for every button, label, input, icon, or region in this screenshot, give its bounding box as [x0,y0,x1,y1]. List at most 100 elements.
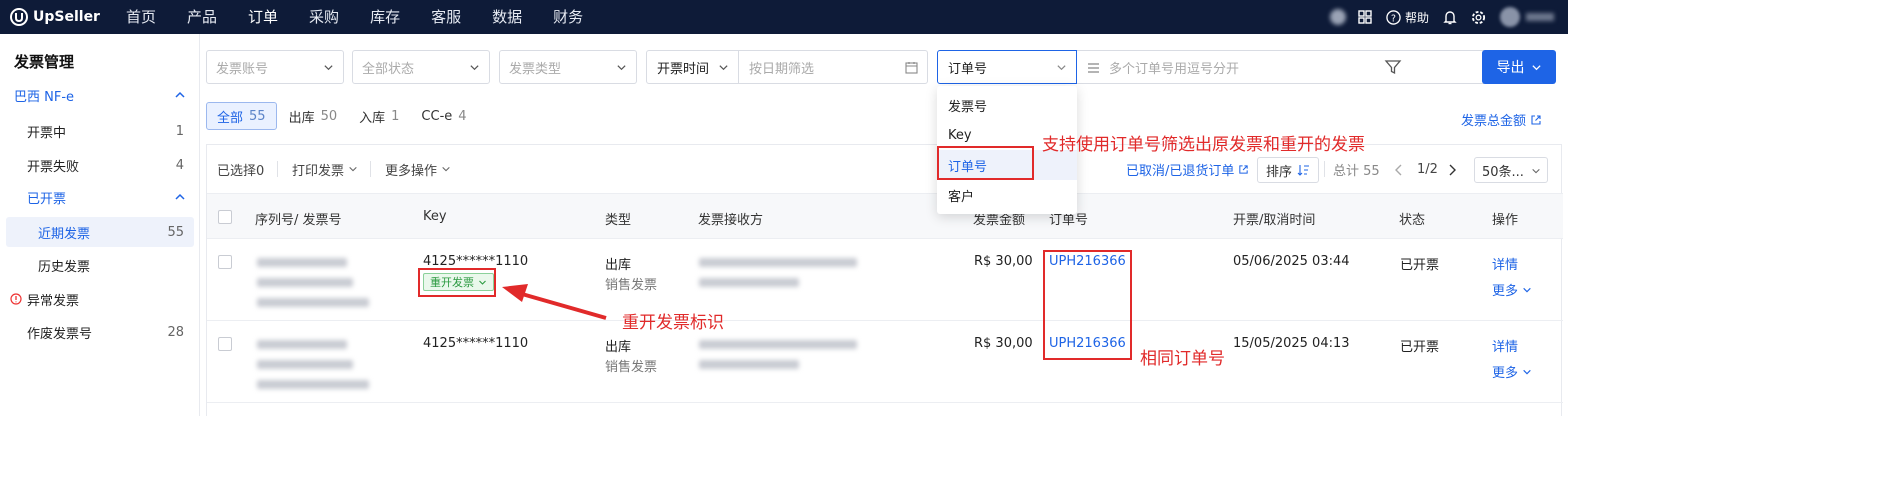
chevron-down-icon [1532,168,1540,174]
more-dropdown[interactable]: 更多 [1492,280,1532,299]
blurred-text [257,298,369,307]
page-indicator: 1/2 [1417,161,1438,177]
select-value: 开票时间 [657,61,710,77]
upseller-logo[interactable]: UpSeller [10,8,100,26]
page-size-value: 50条... [1482,164,1524,180]
tab-label: CC-e [421,108,453,124]
sort-icon [1297,165,1310,176]
invoice-key: 4125******1110 [423,254,529,269]
blurred-icon[interactable] [1329,9,1346,25]
group-label: 巴西 NF-e [14,89,75,105]
more-dropdown[interactable]: 更多 [1492,362,1532,381]
date-placeholder: 按日期筛选 [749,61,815,77]
cancelled-returned-orders-link[interactable]: 已取消/已退货订单 [1126,160,1249,179]
sidebar-item-recent-invoices[interactable]: 近期发票 55 [6,217,194,247]
tab-inbound[interactable]: 入库 1 [349,102,409,130]
item-count: 28 [167,324,184,340]
more-label: 更多 [1492,366,1519,381]
blurred-receiver [699,278,799,287]
annotation-arrow-icon [502,284,607,320]
tab-count: 50 [320,108,338,124]
time-type-select[interactable]: 开票时间 [647,51,739,83]
nav-home[interactable]: 首页 [126,0,156,34]
nav-data[interactable]: 数据 [492,0,522,34]
detail-link[interactable]: 详情 [1492,254,1518,273]
nav-purchase[interactable]: 采购 [309,0,339,34]
item-label: 近期发票 [38,226,91,242]
cancelled-link-label: 已取消/已退货订单 [1126,163,1235,179]
tab-count: 1 [391,108,400,124]
order-search-group: 订单号 多个订单号用逗号分开 [937,50,1549,84]
gear-icon[interactable] [1471,10,1486,25]
chevron-left-icon[interactable] [1394,164,1404,176]
print-invoice-button[interactable]: 打印发票 [292,160,358,179]
invoice-status: 已开票 [1400,258,1440,273]
blurred-receiver [699,340,857,349]
row-checkbox[interactable] [218,337,232,351]
chevron-down-icon [349,166,357,172]
invoice-key: 4125******1110 [423,336,529,351]
tab-all[interactable]: 全部 55 [206,102,277,130]
nav-inventory[interactable]: 库存 [370,0,400,34]
invoice-account-select[interactable]: 发票账号 [206,50,344,84]
dropdown-option-customer[interactable]: 客户 [937,180,1077,210]
sidebar-item-issuing[interactable]: 开票中 1 [0,116,200,146]
table-row: 4125******1110 出库 销售发票 R$ 30,00 UPH21636… [207,321,1563,403]
chevron-up-icon [175,91,185,98]
dropdown-option-invoice-number[interactable]: 发票号 [937,90,1077,120]
tab-outbound[interactable]: 出库 50 [279,102,348,130]
chevron-down-icon [1531,64,1541,70]
sidebar-item-voided[interactable]: 作废发票号 28 [0,317,200,347]
col-time: 开票/取消时间 [1233,213,1316,228]
user-menu[interactable] [1500,7,1554,27]
col-status: 状态 [1399,213,1426,228]
search-field-select[interactable]: 订单号 [937,50,1077,84]
nav-finance[interactable]: 财务 [553,0,583,34]
more-actions-label: 更多操作 [385,163,438,179]
item-label: 开票中 [27,125,67,141]
sidebar-group-issued[interactable]: 已开票 [0,182,200,212]
page-size-select[interactable]: 50条... [1474,157,1548,183]
main-content: 发票账号 全部状态 发票类型 开票时间 按日期筛选 订单号 多个订单号用逗号分开 [200,34,1568,416]
more-actions-button[interactable]: 更多操作 [385,160,451,179]
sort-label: 排序 [1266,164,1293,180]
sidebar-item-abnormal[interactable]: 异常发票 [0,284,200,314]
chevron-down-icon [470,65,479,71]
invoice-type: 出库 [605,258,632,273]
divider [1324,161,1325,177]
item-label: 作废发票号 [27,326,93,342]
chevron-right-icon[interactable] [1447,164,1457,176]
detail-link[interactable]: 详情 [1492,336,1518,355]
export-button[interactable]: 导出 [1482,50,1556,84]
help-button[interactable]: ? 帮助 [1386,9,1429,26]
apps-grid-icon[interactable] [1358,10,1372,24]
nav-orders[interactable]: 订单 [248,0,278,34]
sidebar-item-history[interactable]: 历史发票 [0,250,200,280]
invoice-type-select[interactable]: 发票类型 [499,50,637,84]
blurred-receiver [699,360,799,369]
date-range-input[interactable]: 按日期筛选 [739,51,927,83]
bell-icon[interactable] [1443,10,1457,25]
col-key: Key [423,209,447,224]
invoice-subtype: 销售发票 [605,278,658,293]
sidebar-group-brazil-nfe[interactable]: 巴西 NF-e [0,80,200,110]
filter-funnel-icon[interactable] [1384,58,1402,76]
chevron-down-icon [719,65,728,71]
chevron-down-icon [324,65,333,71]
status-select[interactable]: 全部状态 [352,50,490,84]
total-amount-link[interactable]: 发票总金额 [1461,110,1542,129]
sidebar-item-failed[interactable]: 开票失败 4 [0,150,200,180]
issue-time: 15/05/2025 04:13 [1233,336,1350,351]
nav-products[interactable]: 产品 [187,0,217,34]
row-checkbox[interactable] [218,255,232,269]
tab-cce[interactable]: CC-e 4 [411,102,476,130]
help-icon: ? [1386,9,1401,25]
select-all-checkbox[interactable] [218,210,232,224]
sidebar-title: 发票管理 [14,53,75,71]
order-number-search-input[interactable]: 多个订单号用逗号分开 [1077,50,1549,84]
invoice-tabs: 全部 55 出库 50 入库 1 CC-e 4 [206,102,479,130]
highlight-order-option [937,146,1034,180]
nav-service[interactable]: 客服 [431,0,461,34]
sort-button[interactable]: 排序 [1257,157,1320,183]
print-label: 打印发票 [292,163,345,179]
